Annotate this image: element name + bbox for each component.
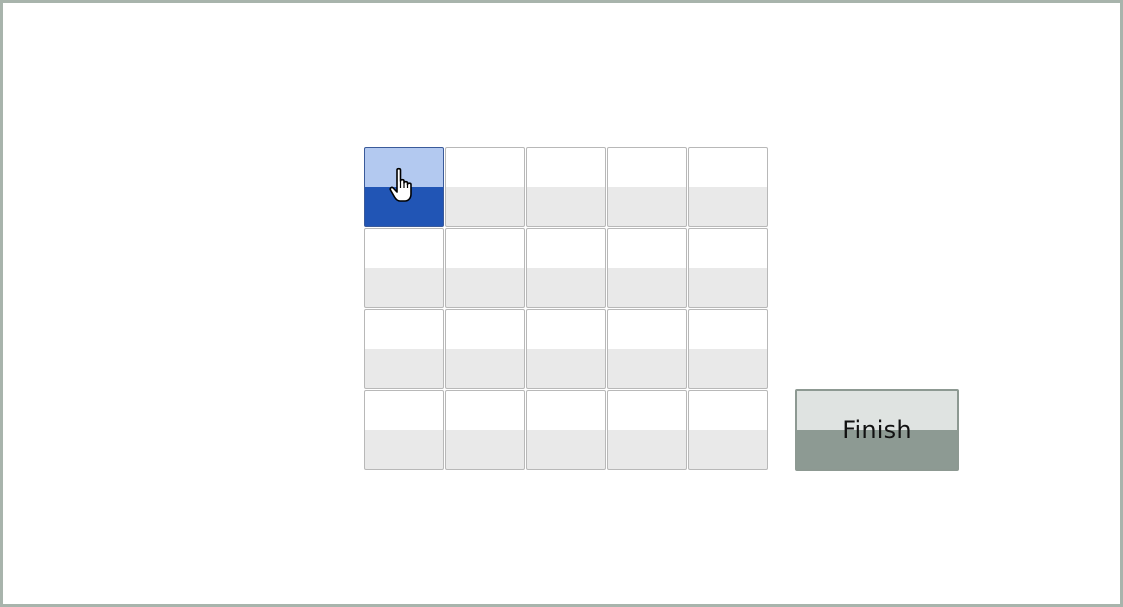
tile-grid	[364, 147, 770, 471]
grid-cell-r2-c1[interactable]	[364, 228, 444, 308]
app-frame: Finish	[0, 0, 1123, 607]
grid-cell-r2-c5[interactable]	[688, 228, 768, 308]
finish-button-label: Finish	[842, 416, 912, 444]
grid-cell-r3-c3[interactable]	[526, 309, 606, 389]
grid-cell-r1-c4[interactable]	[607, 147, 687, 227]
grid-cell-r1-c1[interactable]	[364, 147, 444, 227]
grid-cell-r3-c2[interactable]	[445, 309, 525, 389]
grid-cell-r3-c5[interactable]	[688, 309, 768, 389]
grid-cell-r1-c2[interactable]	[445, 147, 525, 227]
grid-cell-r2-c4[interactable]	[607, 228, 687, 308]
grid-cell-r1-c5[interactable]	[688, 147, 768, 227]
grid-cell-r3-c1[interactable]	[364, 309, 444, 389]
grid-cell-r3-c4[interactable]	[607, 309, 687, 389]
finish-button[interactable]: Finish	[795, 389, 959, 471]
grid-cell-r2-c2[interactable]	[445, 228, 525, 308]
grid-cell-r4-c3[interactable]	[526, 390, 606, 470]
grid-cell-r4-c5[interactable]	[688, 390, 768, 470]
grid-cell-r4-c4[interactable]	[607, 390, 687, 470]
grid-cell-r1-c3[interactable]	[526, 147, 606, 227]
grid-cell-r4-c1[interactable]	[364, 390, 444, 470]
grid-cell-r4-c2[interactable]	[445, 390, 525, 470]
grid-cell-r2-c3[interactable]	[526, 228, 606, 308]
